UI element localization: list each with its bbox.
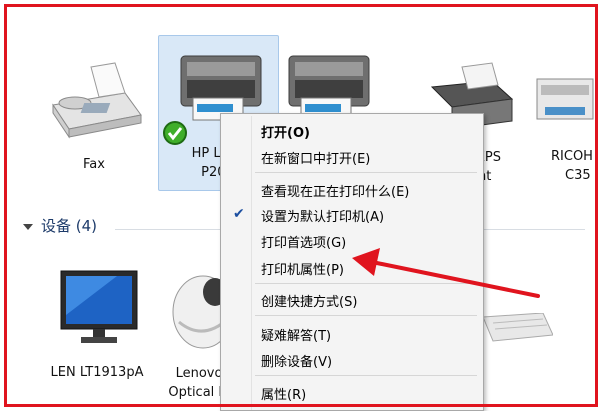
device-label: RICOH (551, 149, 593, 164)
section-title: 设备 (4) (41, 217, 98, 235)
menu-item-set-default[interactable]: ✔ 设置为默认打印机(A) (221, 203, 483, 225)
device-label: Fax (83, 157, 105, 172)
menu-item-label: 设置为默认打印机(A) (261, 210, 385, 225)
device-label: LEN LT1913pA (50, 365, 144, 380)
fax-icon (52, 62, 142, 139)
device-ricoh[interactable]: RICOH C35 (527, 67, 595, 183)
menu-item-label: 打开(O) (261, 126, 310, 141)
menu-separator (255, 315, 477, 316)
menu-item-printer-properties[interactable]: 打印机属性(P) (221, 256, 483, 278)
checkmark-icon: ✔ (233, 206, 245, 222)
menu-item-open-new-window[interactable]: 在新窗口中打开(E) (221, 145, 483, 167)
collapse-arrow-icon (23, 223, 33, 230)
menu-separator (255, 375, 477, 376)
menu-item-label: 查看现在正在打印什么(E) (261, 185, 410, 200)
menu-item-open[interactable]: 打开(O) (221, 119, 483, 141)
menu-item-label: 删除设备(V) (261, 355, 333, 370)
devices-section-header[interactable]: 设备 (4) (23, 215, 97, 236)
menu-item-properties[interactable]: 属性(R) (221, 381, 483, 403)
menu-item-printing-preferences[interactable]: 打印首选项(G) (221, 229, 483, 251)
menu-item-remove-device[interactable]: 删除设备(V) (221, 348, 483, 370)
menu-item-label: 属性(R) (261, 388, 307, 403)
menu-item-label: 疑难解答(T) (261, 329, 332, 344)
ricoh-printer-icon (536, 78, 594, 120)
monitor-icon (60, 270, 138, 343)
menu-separator (255, 172, 477, 173)
default-check-icon (163, 121, 187, 145)
menu-item-see-whats-printing[interactable]: 查看现在正在打印什么(E) (221, 178, 483, 200)
menu-item-label: 在新窗口中打开(E) (261, 152, 371, 167)
menu-item-label: 创建快捷方式(S) (261, 295, 358, 310)
context-menu: 打开(O) 在新窗口中打开(E) 查看现在正在打印什么(E) ✔ 设置为默认打印机… (220, 113, 484, 411)
menu-item-troubleshoot[interactable]: 疑难解答(T) (221, 322, 483, 344)
device-monitor[interactable]: LEN LT1913pA (37, 265, 157, 382)
device-label: C35 (565, 168, 591, 183)
menu-item-create-shortcut[interactable]: 创建快捷方式(S) (221, 288, 483, 310)
device-fax[interactable]: Fax (29, 57, 159, 174)
keyboard-icon (483, 313, 553, 342)
menu-separator (255, 283, 477, 284)
menu-item-label: 打印首选项(G) (261, 236, 347, 251)
menu-item-label: 打印机属性(P) (261, 263, 344, 278)
